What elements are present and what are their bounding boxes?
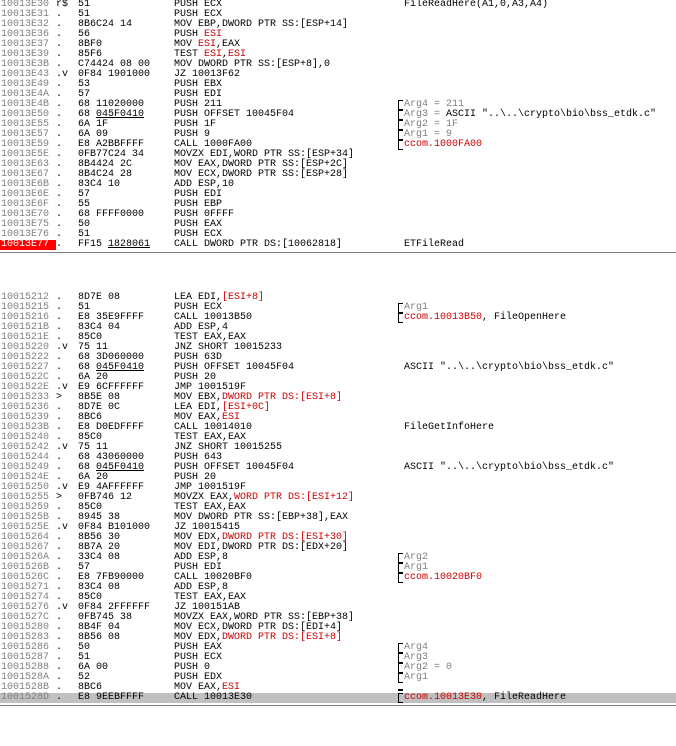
disasm-row[interactable]: 10013E75.50PUSH EAX: [0, 220, 676, 230]
disasm-row[interactable]: 10013E43.v0F84 1901000JZ 10013F62: [0, 70, 676, 80]
hex-col: E8 9EEBFFFF: [78, 693, 174, 703]
disasm-row[interactable]: 10013E6B.83C4 10ADD ESP,10: [0, 180, 676, 190]
disasm-row[interactable]: 1001528D.E8 9EEBFFFFCALL 10013E30ccom.10…: [0, 693, 676, 703]
hex-col: 53: [78, 80, 174, 90]
comment-col: FileReadHere(A1,0,A3,A4): [404, 0, 676, 10]
comment-col: ccom.10020BF0: [404, 573, 676, 583]
address-col: 10015286: [0, 643, 56, 653]
hex-col: 50: [78, 220, 174, 230]
disasm-row[interactable]: 1001526A.33C4 08ADD ESP,8Arg2: [0, 553, 676, 563]
disasm-row[interactable]: 10015212.8D7E 08LEA EDI,[ESI+8]: [0, 293, 676, 303]
disasm-row[interactable]: 10015283.8B56 08MOV EDX,DWORD PTR DS:[ES…: [0, 633, 676, 643]
mark-col: .: [56, 673, 78, 683]
hex-col: 68 FFFF0000: [78, 210, 174, 220]
disasm-row[interactable]: 10013E49.53PUSH EBX: [0, 80, 676, 90]
disasm-row[interactable]: 10015288.6A 00PUSH 0Arg2 = 0: [0, 663, 676, 673]
hex-col: 51: [78, 0, 174, 10]
hex-col: 33C4 08: [78, 553, 174, 563]
address-col: 1001528B: [0, 683, 56, 693]
mark-col: .: [56, 683, 78, 693]
comment-col: Arg1: [404, 673, 676, 683]
address-col: 10015287: [0, 653, 56, 663]
disasm-row[interactable]: 10013E77.FF15 1828061CALL DWORD PTR DS:[…: [0, 240, 676, 250]
hex-col: FF15 1828061: [78, 240, 174, 250]
address-col: 1001528A: [0, 673, 56, 683]
disasm-col: CALL 10013E30: [174, 693, 404, 703]
disasm-row[interactable]: 10013E6E.57PUSH EDI: [0, 190, 676, 200]
hex-col: 8B6C24 14: [78, 20, 174, 30]
disasm-col: CALL DWORD PTR DS:[10062818]: [174, 240, 404, 250]
comment-col: ccom.10013E30, FileReadHere: [404, 693, 676, 703]
hex-col: 6A 00: [78, 663, 174, 673]
address-col: 1001528D: [0, 693, 56, 703]
comment-col: ETFileRead: [404, 240, 676, 250]
hex-col: 8D7E 08: [78, 293, 174, 303]
hex-col: 50: [78, 643, 174, 653]
disassembly-pane[interactable]: 10015212.8D7E 08LEA EDI,[ESI+8]10015215.…: [0, 293, 676, 706]
disasm-row[interactable]: 10015286.50PUSH EAXArg4: [0, 643, 676, 653]
mark-col: .: [56, 663, 78, 673]
comment-col: ASCII "..\..\crypto\bio\bss_etdk.c": [404, 363, 676, 373]
comment-col: Arg4: [404, 643, 676, 653]
hex-col: 0F84 1901000: [78, 70, 174, 80]
comment-col: Arg2: [404, 553, 676, 563]
hex-col: 83C4 10: [78, 180, 174, 190]
comment-col: Arg2 = 0: [404, 663, 676, 673]
hex-col: 57: [78, 190, 174, 200]
comment-col: ccom.1000FA00: [404, 140, 676, 150]
disasm-row[interactable]: 10013E30r$51PUSH ECXFileReadHere(A1,0,A3…: [0, 0, 676, 10]
disasm-row[interactable]: 10013E32.8B6C24 14MOV EBP,DWORD PTR SS:[…: [0, 20, 676, 30]
comment-col: ASCII "..\..\crypto\bio\bss_etdk.c": [404, 463, 676, 473]
address-col: 10013E77: [0, 240, 56, 250]
comment-col: FileGetInfoHere: [404, 423, 676, 433]
hex-col: 8B56 08: [78, 633, 174, 643]
address-col: 10015288: [0, 663, 56, 673]
mark-col: .: [56, 693, 78, 703]
mark-col: .: [56, 643, 78, 653]
disasm-row[interactable]: 10013E70.68 FFFF0000PUSH 0FFFF: [0, 210, 676, 220]
disassembly-pane[interactable]: 10013E30r$51PUSH ECXFileReadHere(A1,0,A3…: [0, 0, 676, 253]
comment-col: ccom.10013B50, FileOpenHere: [404, 313, 676, 323]
mark-col: .: [56, 240, 78, 250]
mark-col: .: [56, 653, 78, 663]
